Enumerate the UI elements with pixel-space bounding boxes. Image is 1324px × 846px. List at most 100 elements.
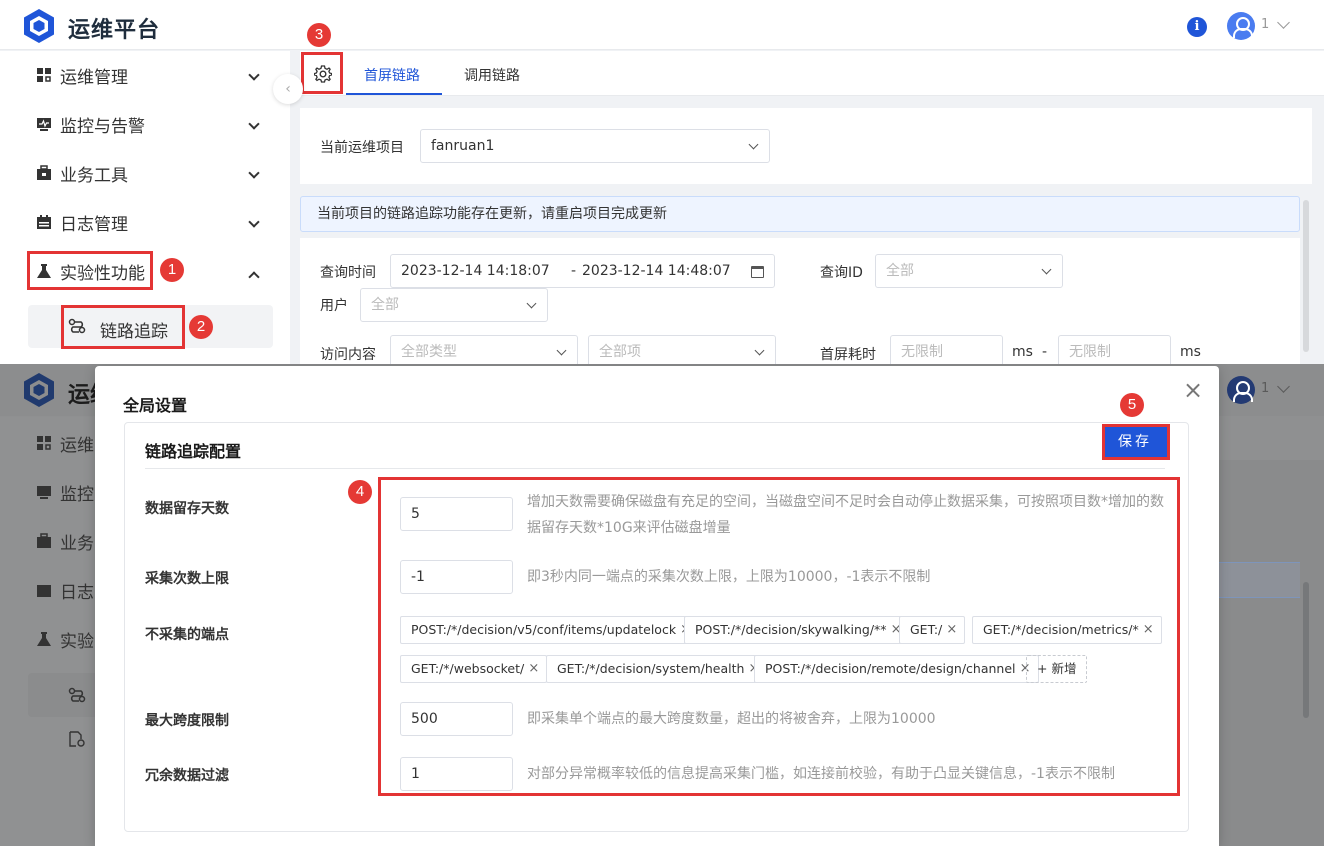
chevron-down-icon[interactable]: [1277, 16, 1290, 29]
endpoint-tag: GET:/*/websocket/×: [400, 655, 548, 683]
gear-icon: [314, 65, 332, 83]
add-endpoint-button[interactable]: + 新增: [1026, 655, 1088, 683]
sidebar-item-label: 实验性功能: [60, 263, 145, 284]
collect-limit-input[interactable]: -1: [400, 560, 513, 594]
max-span-hint: 即采集单个端点的最大跨度数量，超出的将被舍弃，上限为10000: [527, 711, 936, 727]
chevron-down-icon[interactable]: [1277, 380, 1290, 393]
endpoint-tag-label: GET:/*/decision/metrics/*: [983, 622, 1139, 637]
collapse-sidebar-button[interactable]: ‹: [273, 74, 303, 104]
tab-bar: 首屏链路 调用链路: [300, 51, 1324, 96]
info-icon[interactable]: i: [1187, 17, 1207, 37]
active-tab-indicator: [346, 93, 442, 95]
dashboard-icon: [36, 67, 52, 83]
chevron-down-icon[interactable]: [248, 118, 260, 130]
sidebar-item-monitoring[interactable]: 监控: [36, 479, 94, 505]
annotation-badge-2: 2: [189, 315, 213, 339]
app-logo-icon: [24, 9, 54, 43]
time-label: 查询时间: [320, 265, 376, 281]
save-button[interactable]: 保存: [1102, 426, 1168, 458]
max-time-input[interactable]: 无限制: [1058, 335, 1171, 364]
sidebar-item-label: 实验: [60, 631, 94, 652]
update-notice: 当前项目的链路追踪功能存在更新，请重启项目完成更新: [300, 196, 1300, 232]
collect-limit-hint: 即3秒内同一端点的采集次数上限，上限为10000，-1表示不限制: [527, 569, 931, 585]
sidebar: 运维管理 监控与告警 业务工具 日志管理 实验性功能 链路追踪: [0, 51, 290, 364]
query-id-select[interactable]: 全部: [875, 254, 1063, 288]
redundant-filter-input[interactable]: 1: [400, 757, 513, 791]
flask-icon: [36, 263, 52, 279]
calendar-icon: [36, 582, 52, 598]
tag-close-icon[interactable]: ×: [528, 656, 539, 682]
sidebar-subitem-trace[interactable]: 链路追踪: [28, 305, 273, 348]
time-separator: -: [571, 263, 577, 279]
time-range-picker[interactable]: 2023-12-14 14:18:07 - 2023-12-14 14:48:0…: [390, 254, 775, 288]
sidebar-item-experimental[interactable]: 实验性功能: [36, 257, 145, 285]
chevron-down-icon[interactable]: [248, 69, 260, 81]
annotation-badge-1: 1: [160, 258, 184, 282]
endpoint-tag: GET:/×: [899, 616, 966, 644]
trace-icon: [68, 687, 86, 707]
retention-days-label: 数据留存天数: [145, 501, 229, 517]
sidebar-item-label: 业务工具: [60, 165, 128, 186]
access-item-select[interactable]: 全部项: [588, 335, 776, 364]
sidebar-item-label: 运维: [60, 435, 94, 456]
retention-days-input[interactable]: 5: [400, 497, 513, 531]
sidebar-item-label: 监控: [60, 484, 94, 505]
query-id-label: 查询ID: [820, 265, 863, 281]
settings-file-icon[interactable]: [68, 730, 86, 752]
scrollbar[interactable]: [1303, 200, 1309, 352]
chevron-down-icon: [754, 345, 765, 356]
tag-close-icon[interactable]: ×: [946, 617, 957, 643]
tab-call-trace[interactable]: 调用链路: [464, 65, 520, 85]
flask-icon: [36, 631, 52, 647]
user-select[interactable]: 全部: [360, 288, 548, 322]
sidebar-item-log-management[interactable]: 日志管理: [36, 208, 128, 236]
sidebar-item-ops-management[interactable]: 运维: [36, 430, 94, 456]
avatar[interactable]: [1227, 12, 1255, 40]
min-time-input[interactable]: 无限制: [890, 335, 1003, 364]
user-label: 用户: [320, 298, 348, 314]
project-select-value: fanruan1: [431, 138, 495, 154]
main-screen: 运维平台 i 1 运维管理 监控与告警 业务工具 日志管理 实验性功能 链路追踪…: [0, 0, 1324, 364]
ms-unit-label: ms: [1012, 344, 1033, 360]
annotation-badge-3: 3: [307, 23, 331, 47]
chevron-down-icon: [526, 298, 537, 309]
redundant-filter-hint: 对部分异常概率较低的信息提高采集门槛，如连接前校验，有助于凸显关键信息，-1表示…: [527, 766, 1115, 782]
scrollbar[interactable]: [1303, 582, 1309, 718]
project-select[interactable]: fanruan1: [420, 129, 770, 163]
annotation-badge-4: 4: [348, 480, 372, 504]
chevron-down-icon[interactable]: [248, 167, 260, 179]
range-separator: -: [1042, 344, 1048, 360]
tag-close-icon[interactable]: ×: [1143, 617, 1154, 643]
chevron-down-icon: [1041, 264, 1052, 275]
endpoint-tag-label: GET:/*/decision/system/health: [557, 661, 745, 676]
avatar[interactable]: [1227, 376, 1255, 404]
divider: [145, 468, 1165, 469]
project-selector-card: 当前运维项目 fanruan1: [300, 108, 1312, 184]
user-name[interactable]: 1: [1261, 381, 1269, 396]
chevron-down-icon[interactable]: [248, 216, 260, 228]
sidebar-item-business-tools[interactable]: 业务: [36, 528, 94, 554]
access-type-select[interactable]: 全部类型: [390, 335, 578, 364]
user-name[interactable]: 1: [1261, 17, 1269, 32]
endpoint-tag-label: GET:/: [910, 622, 943, 637]
sidebar-item-monitoring[interactable]: 监控与告警: [36, 110, 145, 138]
time-start: 2023-12-14 14:18:07: [401, 263, 550, 279]
sidebar-item-experimental[interactable]: 实验: [36, 626, 94, 652]
close-icon[interactable]: ×: [1183, 378, 1203, 402]
chevron-up-icon[interactable]: [248, 271, 260, 283]
sidebar-item-ops-management[interactable]: 运维管理: [36, 61, 128, 89]
toolbox-icon: [36, 165, 52, 181]
endpoint-tag-label: GET:/*/websocket/: [411, 661, 525, 676]
access-item-placeholder: 全部项: [599, 344, 641, 360]
global-settings-button[interactable]: [304, 55, 342, 93]
tab-first-screen-trace[interactable]: 首屏链路: [364, 65, 420, 85]
min-time-placeholder: 无限制: [901, 344, 943, 360]
max-span-input[interactable]: 500: [400, 702, 513, 736]
sidebar-item-business-tools[interactable]: 业务工具: [36, 159, 128, 187]
first-screen-time-label: 首屏耗时: [820, 347, 876, 363]
trace-config-card: 链路追踪配置 数据留存天数 5 增加天数需要确保磁盘有充足的空间，当磁盘空间不足…: [124, 422, 1189, 832]
monitor-icon: [36, 484, 52, 500]
ms-unit-label: ms: [1180, 344, 1201, 360]
sidebar-item-log-management[interactable]: 日志: [36, 577, 94, 603]
config-section-title: 链路追踪配置: [145, 442, 242, 461]
